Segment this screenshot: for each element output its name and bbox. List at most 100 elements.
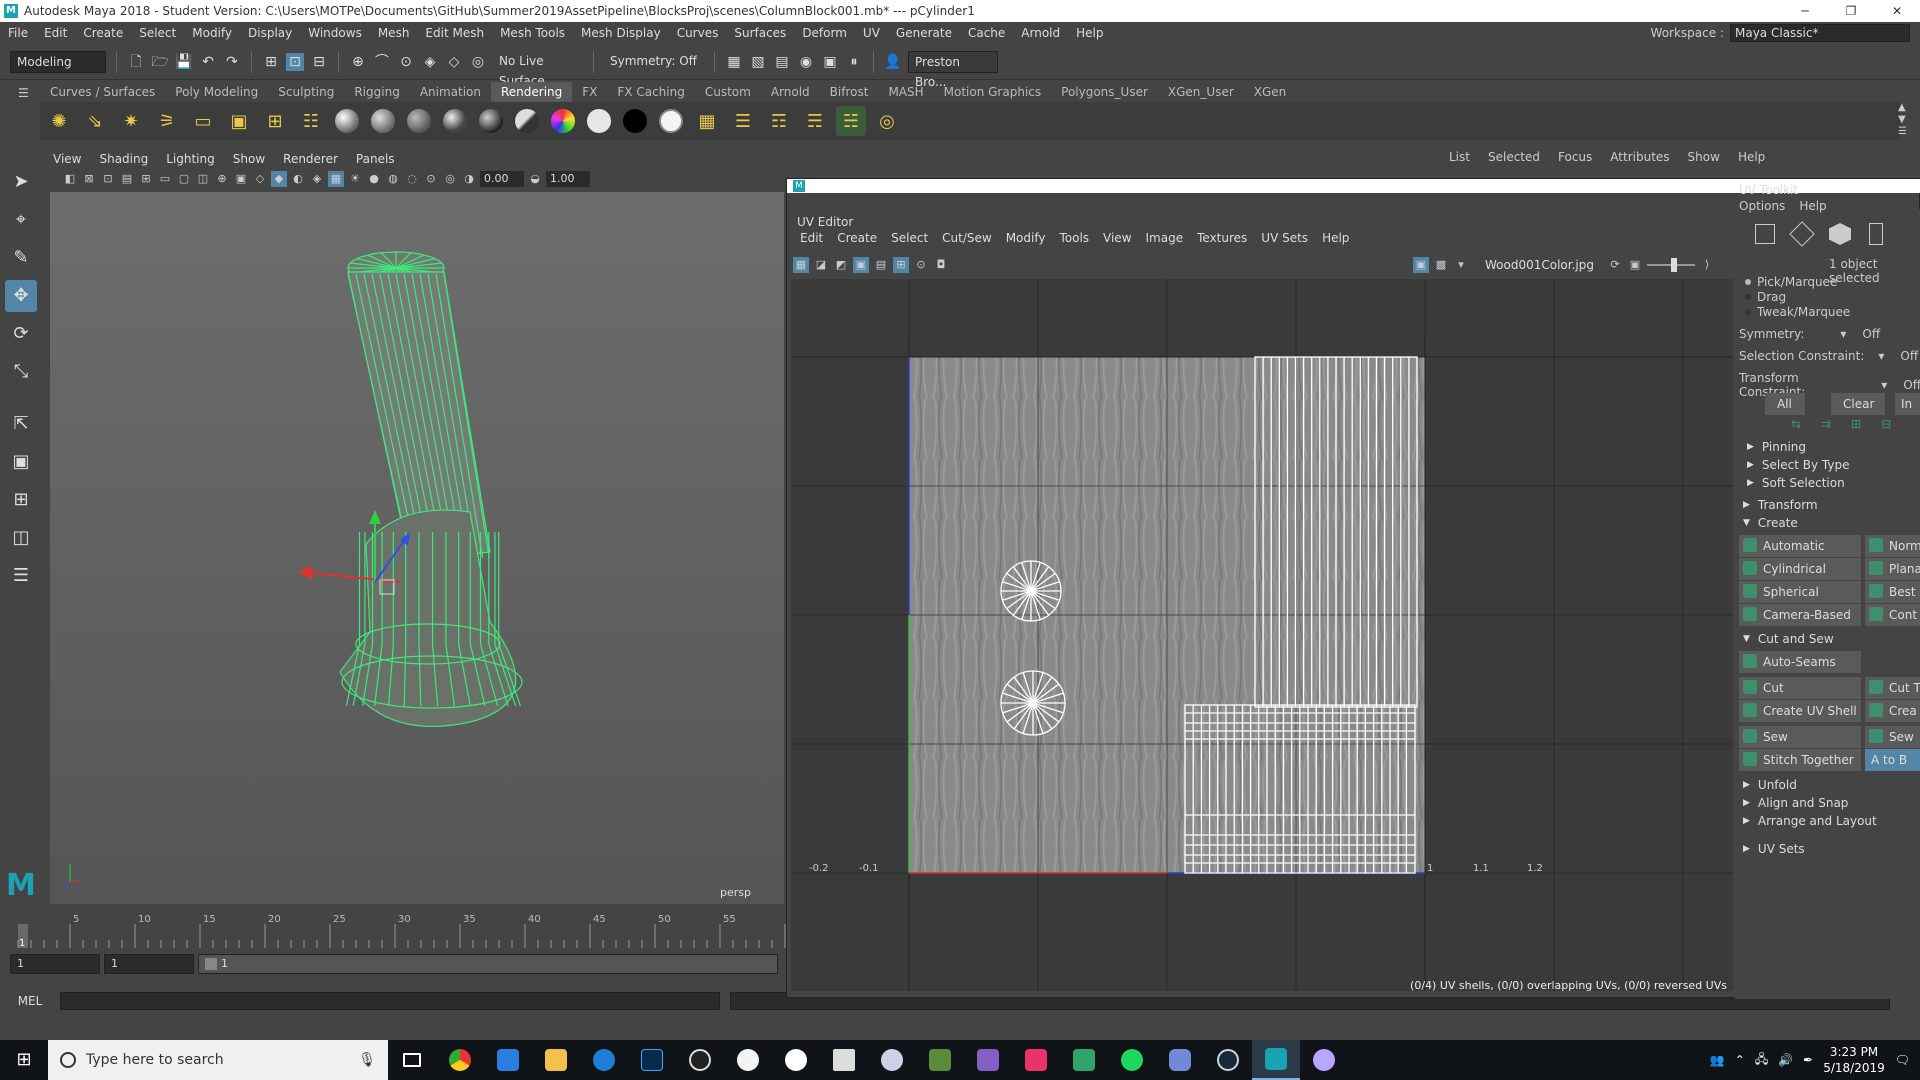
- render-sequence-icon[interactable]: ☰: [728, 106, 758, 136]
- ramp-shader-icon[interactable]: [548, 106, 578, 136]
- image-plane-icon[interactable]: ▤: [119, 171, 135, 187]
- cut-button[interactable]: Cut: [1739, 677, 1861, 699]
- menu-edit[interactable]: Edit: [36, 26, 75, 40]
- uv-canvas[interactable]: -0.2 -0.1 1 1.1 1.2: [791, 279, 1733, 991]
- render-icon[interactable]: ▦: [725, 53, 743, 71]
- mode-pick-marquee[interactable]: Pick/Marquee: [1745, 275, 1837, 289]
- menu-set-dropdown[interactable]: Modeling: [10, 50, 106, 73]
- shelf-tab-fx[interactable]: FX: [572, 82, 607, 102]
- shelf-tab-curves-surfaces[interactable]: Curves / Surfaces: [40, 82, 165, 102]
- film-gate-icon[interactable]: ▭: [157, 171, 173, 187]
- lasso-tool-icon[interactable]: ⌖: [5, 204, 37, 236]
- layered-shader-icon[interactable]: [512, 106, 542, 136]
- clock[interactable]: 3:23 PM 5/18/2019: [1823, 1044, 1885, 1076]
- default-lighting-icon[interactable]: ◐: [290, 171, 306, 187]
- wireframe-on-shaded-icon[interactable]: ◈: [309, 171, 325, 187]
- map-app-icon[interactable]: [1060, 1040, 1108, 1080]
- spot-light-icon[interactable]: ⚞: [152, 106, 182, 136]
- menu-arnold[interactable]: Arnold: [1013, 26, 1068, 40]
- viewport-menu-view[interactable]: View: [44, 152, 90, 166]
- camera-based-button[interactable]: Camera-Based: [1739, 604, 1861, 626]
- motion-blur-icon[interactable]: ◌: [404, 171, 420, 187]
- spotify-icon[interactable]: [1108, 1040, 1156, 1080]
- range-bar[interactable]: 1: [198, 954, 778, 974]
- gamma-field[interactable]: 1.00: [546, 171, 590, 187]
- menu-modify[interactable]: Modify: [184, 26, 240, 40]
- blinn-material-icon[interactable]: [332, 106, 362, 136]
- github-icon[interactable]: [676, 1040, 724, 1080]
- cylindrical-button[interactable]: Cylindrical: [1739, 558, 1861, 580]
- surface-shader-white-icon[interactable]: [584, 106, 614, 136]
- single-view-icon[interactable]: ▣: [5, 446, 37, 478]
- gamma-icon[interactable]: ◒: [527, 171, 543, 187]
- auto-seams-button[interactable]: Auto-Seams: [1739, 651, 1861, 673]
- playback-start-field[interactable]: 1: [104, 954, 194, 974]
- invert-button[interactable]: In: [1895, 393, 1920, 415]
- render-settings-shelf-icon[interactable]: ☵: [836, 106, 866, 136]
- uv-grid-icon[interactable]: ▣: [853, 257, 869, 273]
- uv-flip-icon[interactable]: ◩: [833, 257, 849, 273]
- select-shell-icon[interactable]: ⊟: [1881, 417, 1891, 431]
- grow-selection-icon[interactable]: ⇆: [1791, 417, 1801, 431]
- section-soft-selection[interactable]: ▶ Soft Selection: [1735, 473, 1920, 493]
- store-icon[interactable]: [484, 1040, 532, 1080]
- point-light-icon[interactable]: ✷: [116, 106, 146, 136]
- menu-windows[interactable]: Windows: [300, 26, 370, 40]
- section-cut-and-sew[interactable]: ▼ Cut and Sew: [1735, 629, 1920, 649]
- shelf-tab-custom[interactable]: Custom: [695, 82, 761, 102]
- taskbar-search[interactable]: Type here to search 🎙: [48, 1040, 388, 1080]
- symmetry-dropdown[interactable]: Symmetry: Off: [604, 50, 704, 73]
- perspective-viewport[interactable]: [50, 192, 784, 904]
- exposure-toggle-icon[interactable]: ▣: [1627, 257, 1643, 273]
- menu-display[interactable]: Display: [240, 26, 300, 40]
- snap-live-icon[interactable]: ◎: [469, 53, 487, 71]
- attr-menu-list[interactable]: List: [1440, 150, 1479, 168]
- phong-material-icon[interactable]: [404, 106, 434, 136]
- shelf-tab-polygons-user[interactable]: Polygons_User: [1051, 82, 1158, 102]
- render-target-icon[interactable]: ◎: [872, 106, 902, 136]
- clear-button[interactable]: Clear: [1831, 393, 1885, 415]
- menu-generate[interactable]: Generate: [888, 26, 960, 40]
- shelf-tab-rendering[interactable]: Rendering: [491, 82, 573, 102]
- discord-app-icon[interactable]: [1300, 1040, 1348, 1080]
- normal-based-button[interactable]: Norm: [1865, 535, 1920, 557]
- shelf-tab-arnold[interactable]: Arnold: [761, 82, 820, 102]
- cut-tool-button[interactable]: Cut T: [1865, 677, 1920, 699]
- exposure-field[interactable]: 0.00: [480, 171, 524, 187]
- shelf-tab-poly-modeling[interactable]: Poly Modeling: [165, 82, 268, 102]
- start-time-field[interactable]: 1: [10, 954, 100, 974]
- close-button[interactable]: ✕: [1874, 0, 1920, 22]
- uv-menu-modify[interactable]: Modify: [999, 231, 1053, 249]
- snap-grid-icon[interactable]: ⊕: [349, 53, 367, 71]
- resolution-gate-icon[interactable]: ▢: [176, 171, 192, 187]
- field-chart-icon[interactable]: ⊕: [214, 171, 230, 187]
- task-view-icon[interactable]: [388, 1040, 436, 1080]
- planar-button[interactable]: Plana: [1865, 558, 1920, 580]
- use-lights-icon[interactable]: ☀: [347, 171, 363, 187]
- workspace-dropdown[interactable]: Maya Classic*: [1730, 24, 1910, 42]
- menu-deform[interactable]: Deform: [794, 26, 855, 40]
- symmetry-value[interactable]: Off: [1862, 327, 1880, 341]
- smooth-shade-icon[interactable]: ◆: [271, 171, 287, 187]
- pause-icon[interactable]: ⏸: [845, 53, 863, 71]
- snap-curve-icon[interactable]: ⌒: [373, 53, 391, 71]
- face-mode-icon[interactable]: [1829, 223, 1851, 245]
- steam-icon[interactable]: [1204, 1040, 1252, 1080]
- menu-mesh[interactable]: Mesh: [370, 26, 418, 40]
- uv-menu-tools[interactable]: Tools: [1052, 231, 1096, 249]
- minecraft-icon[interactable]: [916, 1040, 964, 1080]
- expand-icon[interactable]: ⟩: [1699, 257, 1715, 273]
- drive-icon[interactable]: [868, 1040, 916, 1080]
- automatic-button[interactable]: Automatic: [1739, 535, 1861, 557]
- spherical-button[interactable]: Spherical: [1739, 581, 1861, 603]
- uv-menu-create[interactable]: Create: [830, 231, 884, 249]
- menu-mesh-display[interactable]: Mesh Display: [573, 26, 669, 40]
- lambert-material-icon[interactable]: [368, 106, 398, 136]
- attr-menu-show[interactable]: Show: [1679, 150, 1729, 168]
- x-axis-arrow[interactable]: [298, 566, 312, 580]
- menu-file[interactable]: File: [0, 26, 36, 40]
- render-region-icon[interactable]: ▦: [692, 106, 722, 136]
- section-uv-sets[interactable]: ▶ UV Sets: [1735, 839, 1920, 859]
- network-icon[interactable]: 🖧: [1755, 1050, 1768, 1071]
- xray-icon[interactable]: ◎: [442, 171, 458, 187]
